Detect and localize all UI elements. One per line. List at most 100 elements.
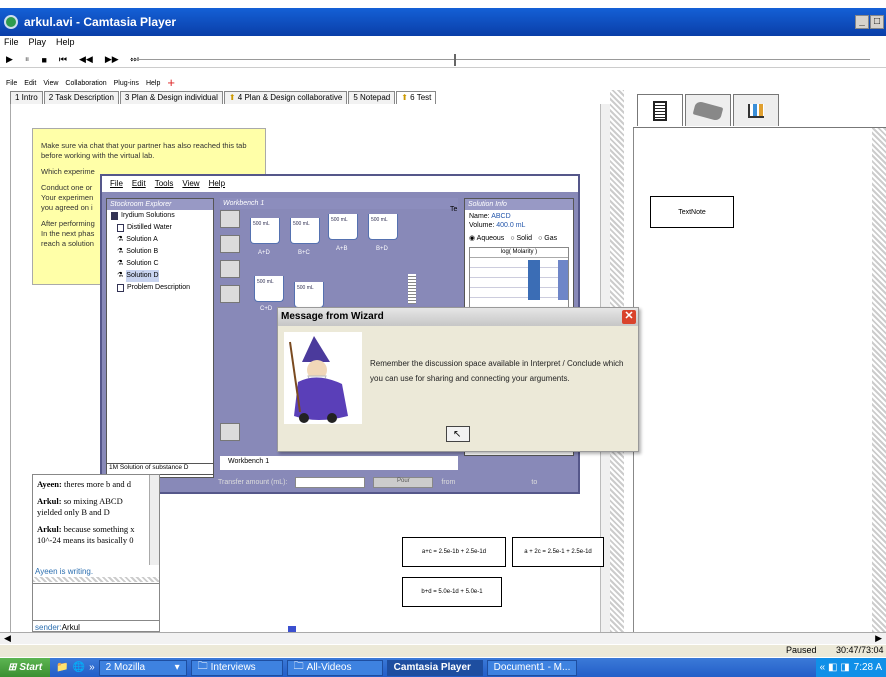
beaker[interactable]: 500 mL xyxy=(254,276,284,302)
maximize-button[interactable]: □ xyxy=(870,15,884,29)
balance-tool-icon[interactable] xyxy=(220,260,240,278)
folder-icon: 🗀 xyxy=(293,661,304,672)
tab-plan-collaborative[interactable]: ⬆ 4 Plan & Design collaborative xyxy=(223,91,348,104)
text-note[interactable]: TextNote xyxy=(650,196,734,228)
start-button[interactable]: ⊞ Start xyxy=(0,658,51,677)
tree-item-water[interactable]: Distilled Water xyxy=(111,222,213,234)
stop-icon[interactable]: ■ xyxy=(41,55,46,65)
beaker[interactable]: 500 mL xyxy=(250,218,280,244)
skip-start-icon[interactable]: ⏮ xyxy=(59,54,67,65)
dialog-close-button[interactable]: ✕ xyxy=(622,310,636,324)
overflow-chevron-icon[interactable]: » xyxy=(89,662,95,673)
scroll-left-icon[interactable]: ◀ xyxy=(4,633,11,644)
app-menu-view[interactable]: View xyxy=(43,80,58,87)
cabinet-tool-icon[interactable] xyxy=(220,210,240,228)
transfer-amount-input[interactable] xyxy=(295,476,366,488)
fast-forward-icon[interactable]: ▶▶ xyxy=(105,54,119,65)
menu-help[interactable]: Help xyxy=(56,37,75,51)
playback-state: Paused xyxy=(786,645,817,655)
task-camtasia[interactable]: Camtasia Player xyxy=(386,659,483,676)
quicklaunch-icon[interactable]: 🌐 xyxy=(73,662,85,673)
beaker[interactable]: 500 mL xyxy=(294,282,324,308)
graduated-cylinder-icon[interactable] xyxy=(408,274,416,304)
tree-item-solution-a[interactable]: ⚗ Solution A xyxy=(111,234,213,246)
burner-tool-icon[interactable] xyxy=(220,285,240,303)
seek-track[interactable] xyxy=(130,59,870,60)
app-menu-help[interactable]: Help xyxy=(146,80,160,87)
radio-aqueous[interactable]: ◉ Aqueous xyxy=(469,234,504,243)
tab-intro[interactable]: 1 Intro xyxy=(10,91,43,104)
solution-info-title: Solution Info xyxy=(465,199,573,210)
play-icon[interactable]: ▶ xyxy=(6,54,13,65)
lab-menu-file[interactable]: File xyxy=(110,179,123,192)
scroll-right-icon[interactable]: ▶ xyxy=(875,633,882,644)
tree-item-irydium[interactable]: Irydium Solutions xyxy=(111,210,213,222)
workbench-title: Workbench 1 xyxy=(220,198,458,209)
to-label: to xyxy=(531,478,538,486)
window-title: arkul.avi - Camtasia Player xyxy=(24,15,177,29)
tab-notebook[interactable] xyxy=(637,94,683,126)
copy-tool-icon[interactable] xyxy=(220,235,240,253)
pour-button[interactable]: Pour xyxy=(373,476,434,488)
tree-label: Solution B xyxy=(126,248,159,255)
seek-thumb[interactable] xyxy=(454,54,456,66)
equation-note[interactable]: b+d = 5.0e-1d + 5.0e-1 xyxy=(402,577,502,607)
lab-menu-tools[interactable]: Tools xyxy=(155,179,174,192)
app-menu-collaboration[interactable]: Collaboration xyxy=(65,80,106,87)
chat-splitter[interactable] xyxy=(33,577,159,582)
tab-notepad[interactable]: 5 Notepad xyxy=(348,91,396,104)
task-document1[interactable]: Document1 - M... xyxy=(486,659,577,676)
tab-task-description[interactable]: 2 Task Description xyxy=(43,91,119,104)
equation-note[interactable]: a + 2c = 2.5e-1 + 2.5e-1d xyxy=(512,537,604,567)
chat-scrollbar[interactable] xyxy=(149,475,159,565)
tree-label: Solution D xyxy=(126,270,159,282)
menu-play[interactable]: Play xyxy=(29,37,47,51)
beaker[interactable]: 500 mL xyxy=(290,218,320,244)
lab-menu-view[interactable]: View xyxy=(182,179,199,192)
equation-text: a + 2c = 2.5e-1 + 2.5e-1d xyxy=(524,549,592,555)
app-menu-file[interactable]: File xyxy=(6,80,17,87)
tree-item-solution-d[interactable]: ⚗ Solution D xyxy=(111,270,213,282)
tree-item-solution-b[interactable]: ⚗ Solution B xyxy=(111,246,213,258)
tab-book[interactable] xyxy=(685,94,731,126)
tray-icons[interactable]: « ◧ ◨ xyxy=(820,662,850,673)
rewind-icon[interactable]: ◀◀ xyxy=(79,54,93,65)
minimize-button[interactable]: _ xyxy=(855,15,869,29)
sender-label: sender: xyxy=(35,623,62,632)
tab-label: 4 Plan & Design collaborative xyxy=(237,93,343,102)
beaker[interactable]: 500 mL xyxy=(368,214,398,240)
shared-pane-tabs xyxy=(633,90,886,128)
app-menu-plugins[interactable]: Plug-ins xyxy=(114,80,139,87)
dialog-ok-button[interactable]: ↖ xyxy=(446,426,470,442)
lab-menu-help[interactable]: Help xyxy=(209,179,225,192)
tab-chart[interactable] xyxy=(733,94,779,126)
radio-solid[interactable]: ○ Solid xyxy=(510,234,532,243)
scissors-tool-icon[interactable] xyxy=(220,423,240,441)
workbench-tab[interactable]: Workbench 1 xyxy=(220,456,458,470)
from-label: from xyxy=(441,478,456,486)
chat-input[interactable] xyxy=(33,583,159,621)
tree-item-solution-c[interactable]: ⚗ Solution C xyxy=(111,258,213,270)
task-all-videos[interactable]: 🗀 All-Videos xyxy=(286,659,383,676)
sender-name: Arkul xyxy=(61,623,80,632)
horizontal-scrollbar[interactable]: ◀ ▶ xyxy=(0,632,886,644)
beaker-text: 500 mL xyxy=(253,221,270,227)
equation-note[interactable]: a+c = 2.5e-1b + 2.5e-1d xyxy=(402,537,506,567)
shared-pane-scrollbar[interactable] xyxy=(872,128,886,632)
pause-icon[interactable]: ⏸ xyxy=(25,54,30,65)
red-cross-icon[interactable]: + xyxy=(167,76,175,89)
chat-message: Arkul: so mixing ABCD yielded only B and… xyxy=(37,496,147,518)
app-menu-edit[interactable]: Edit xyxy=(24,80,36,87)
tab-test[interactable]: ⬆ 6 Test xyxy=(396,91,437,104)
quicklaunch-icon[interactable]: 📁 xyxy=(56,662,68,673)
menu-file[interactable]: File xyxy=(4,37,19,51)
lab-menu-edit[interactable]: Edit xyxy=(132,179,146,192)
beaker-text: 500 mL xyxy=(297,285,314,291)
task-mozilla[interactable]: 2 Mozilla ▾ xyxy=(98,659,187,676)
task-interviews[interactable]: 🗀 Interviews xyxy=(190,659,283,676)
tab-plan-individual[interactable]: 3 Plan & Design individual xyxy=(119,91,223,104)
beaker[interactable]: 500 mL xyxy=(328,214,358,240)
tree-item-problem[interactable]: Problem Description xyxy=(111,282,213,294)
stockroom-explorer: Stockroom Explorer Irydium Solutions Dis… xyxy=(106,198,214,478)
radio-gas[interactable]: ○ Gas xyxy=(538,234,557,243)
